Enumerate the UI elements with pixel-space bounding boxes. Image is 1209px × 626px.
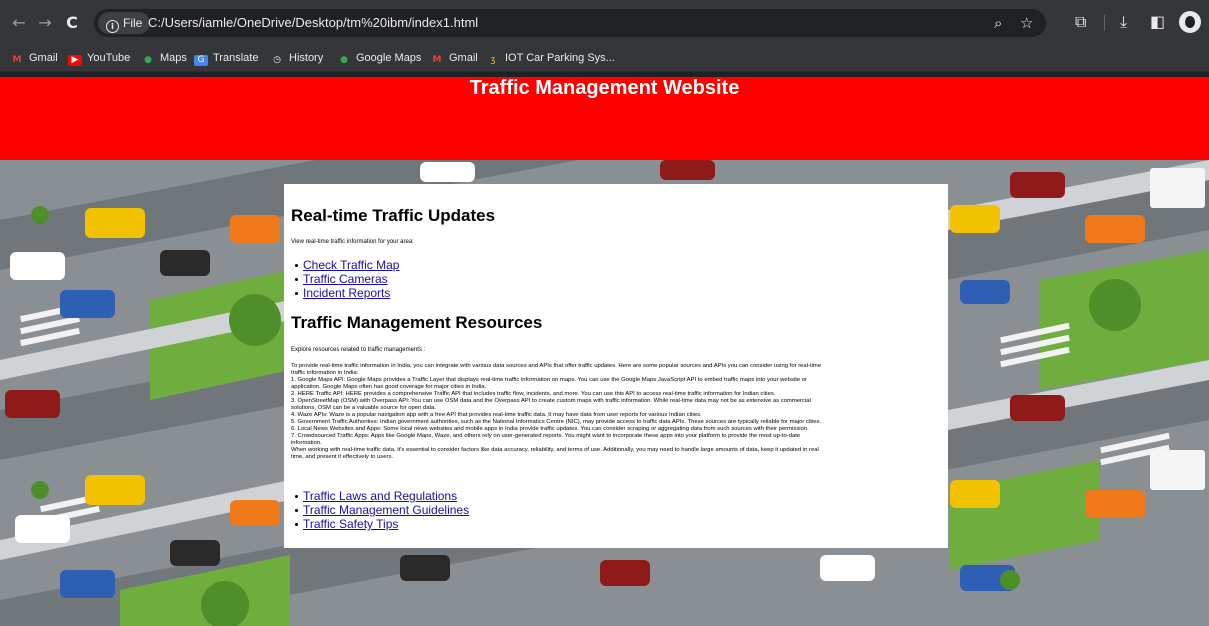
- youtube-icon: ▶: [68, 55, 82, 66]
- download-icon[interactable]: ⤓: [1120, 12, 1127, 32]
- list-item: Traffic Cameras: [294, 272, 399, 286]
- updates-intro: View real-time traffic information for y…: [291, 239, 414, 245]
- bookmark-label: YouTube: [87, 52, 131, 64]
- updates-link-list: Check Traffic Map Traffic Cameras Incide…: [294, 258, 399, 300]
- bookmark-youtube[interactable]: ▶ YouTube: [68, 46, 130, 71]
- body-line: solutions, OSM can be a valuable source …: [291, 405, 437, 411]
- body-line: information.: [291, 440, 322, 446]
- bookmark-label: Maps: [160, 52, 187, 64]
- bookmark-iot-parking[interactable]: ʒ IOT Car Parking Sys...: [486, 46, 615, 71]
- traffic-laws-link[interactable]: Traffic Laws and Regulations: [303, 489, 457, 503]
- toolbar-divider: [1104, 15, 1105, 31]
- file-chip-label: File: [123, 16, 143, 30]
- list-item: Traffic Management Guidelines: [294, 503, 469, 517]
- profile-avatar[interactable]: [1179, 11, 1201, 33]
- info-icon: i: [106, 20, 119, 33]
- bookmark-label: Translate: [213, 52, 259, 64]
- bookmark-gmail[interactable]: M Gmail: [10, 46, 58, 71]
- extensions-icon[interactable]: ⧉: [1075, 12, 1086, 32]
- bookmarks-bar: M Gmail ▶ YouTube ● Maps G Translate ◷ Histor…: [0, 46, 1209, 72]
- zoom-icon[interactable]: ⌕: [994, 14, 1002, 32]
- bookmark-label: Gmail: [29, 52, 58, 64]
- body-line: 7. Crowdsourced Traffic Apps: Apps like …: [291, 433, 801, 439]
- traffic-safety-link[interactable]: Traffic Safety Tips: [303, 517, 398, 531]
- traffic-guidelines-link[interactable]: Traffic Management Guidelines: [303, 503, 469, 517]
- list-item: Check Traffic Map: [294, 258, 399, 272]
- bookmark-history[interactable]: ◷ History: [270, 46, 323, 71]
- body-line: When working with real-time traffic data…: [291, 447, 819, 453]
- check-traffic-map-link[interactable]: Check Traffic Map: [303, 258, 399, 272]
- bookmark-label: IOT Car Parking Sys...: [505, 52, 615, 64]
- side-panel-icon[interactable]: ◧: [1150, 12, 1165, 31]
- body-line: 3. OpenStreetMap (OSM) with Overpass API…: [291, 398, 811, 404]
- resources-link-list: Traffic Laws and Regulations Traffic Man…: [294, 489, 469, 531]
- history-icon: ◷: [273, 55, 281, 65]
- body-line: time, and present it effectively to user…: [291, 454, 394, 460]
- resources-heading: Traffic Management Resources: [291, 313, 543, 332]
- maps-pin-icon: ●: [144, 55, 152, 65]
- body-line: To provide real-time traffic information…: [291, 363, 822, 369]
- list-item: Traffic Safety Tips: [294, 517, 469, 531]
- body-line: 2. HERE Traffic API: HERE provides a com…: [291, 391, 776, 397]
- translate-icon: G: [194, 55, 208, 66]
- bookmark-star-icon[interactable]: ☆: [1020, 14, 1033, 32]
- site-header: Traffic Management Website: [0, 77, 1209, 160]
- bookmark-gmail-2[interactable]: M Gmail: [430, 46, 478, 71]
- resources-body-text: To provide real-time traffic information…: [291, 363, 941, 461]
- site-title: Traffic Management Website: [469, 77, 740, 99]
- site-info-chip[interactable]: i File: [98, 12, 151, 34]
- incident-reports-link[interactable]: Incident Reports: [303, 286, 390, 300]
- bookmark-google-maps[interactable]: ● Google Maps: [337, 46, 421, 71]
- traffic-cameras-link[interactable]: Traffic Cameras: [303, 272, 388, 286]
- back-arrow-icon[interactable]: ←: [9, 13, 29, 33]
- body-line: 4. Waze APIs: Waze is a popular navigati…: [291, 412, 702, 418]
- maps-pin-icon: ●: [340, 55, 348, 65]
- gmail-icon: M: [12, 55, 22, 65]
- resources-intro: Explore resources related to traffic man…: [291, 347, 426, 353]
- gmail-icon: M: [432, 55, 442, 65]
- reload-icon[interactable]: C: [62, 13, 82, 33]
- iot-icon: ʒ: [490, 55, 496, 65]
- list-item: Traffic Laws and Regulations: [294, 489, 469, 503]
- bookmark-label: History: [289, 52, 324, 64]
- park-area: [950, 460, 1100, 570]
- url-text[interactable]: C:/Users/iamle/OneDrive/Desktop/tm%20ibm…: [148, 9, 478, 37]
- list-item: Incident Reports: [294, 286, 399, 300]
- body-line: traffic information in India:: [291, 370, 359, 376]
- bookmark-translate[interactable]: G Translate: [194, 46, 258, 71]
- body-line: application. Google Maps often has good …: [291, 384, 487, 390]
- body-line: 6. Local News Websites and Apps: Some lo…: [291, 426, 809, 432]
- address-bar[interactable]: i File C:/Users/iamle/OneDrive/Desktop/tm…: [94, 9, 1046, 37]
- body-line: 1. Google Maps API: Google Maps provides…: [291, 377, 808, 383]
- bookmark-maps[interactable]: ● Maps: [141, 46, 187, 71]
- updates-heading: Real-time Traffic Updates: [291, 206, 496, 225]
- body-line: 5. Government Traffic Authorities: India…: [291, 419, 822, 425]
- content-panel: Real-time Traffic Updates View real-time…: [284, 184, 948, 548]
- browser-toolbar: ← → C i File C:/Users/iamle/OneDrive/Desk…: [0, 0, 1209, 46]
- bookmark-label: Google Maps: [356, 52, 422, 64]
- bookmark-label: Gmail: [449, 52, 478, 64]
- forward-arrow-icon[interactable]: →: [35, 13, 55, 33]
